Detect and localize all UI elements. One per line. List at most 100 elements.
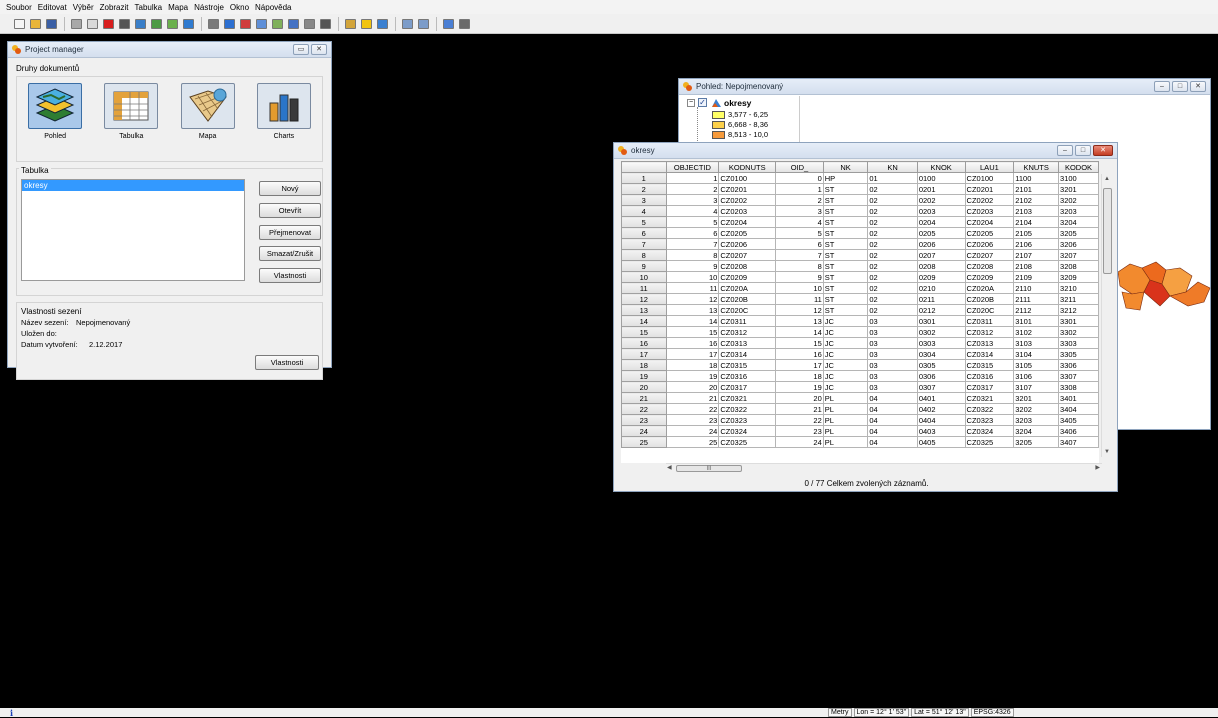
table-cell[interactable]: JC	[822, 326, 869, 338]
table-cell[interactable]: PL	[822, 436, 869, 448]
table-cell[interactable]: ST	[822, 304, 869, 316]
table-row[interactable]: 11 11 CZ020A 10 ST 02 0210 CZ020A 2110 3210	[621, 282, 1099, 294]
table-row[interactable]: 19 19 CZ0316 18 JC 03 0306 CZ0316 3106 3307	[621, 370, 1099, 382]
table-cell[interactable]: 17	[775, 359, 824, 371]
table-cell[interactable]: 22	[665, 403, 720, 415]
table-row[interactable]: 1 1 CZ0100 0 HP 01 0100 CZ0100 1100 3100	[621, 172, 1099, 184]
table-cell[interactable]: 0	[775, 172, 824, 184]
table-cell[interactable]: 02	[867, 216, 918, 228]
attribute-table[interactable]: OBJECTID KODNUTS OID_ NK KN KNOK LAU1 KNUTS KODO…	[621, 161, 1099, 463]
records-grid[interactable]: OBJECTID KODNUTS OID_ NK KN KNOK LAU1 KNUTS KODO…	[621, 161, 1099, 448]
table-cell[interactable]: 04	[867, 392, 918, 404]
new-button[interactable]: Nový	[259, 181, 321, 196]
table-cell[interactable]: 2109	[1013, 271, 1060, 283]
table-row[interactable]: 16 16 CZ0313 15 JC 03 0303 CZ0313 3103 3303	[621, 337, 1099, 349]
menu-zobrazit[interactable]: Zobrazit	[100, 3, 129, 12]
table-cell[interactable]: CZ0203	[718, 205, 777, 217]
table-cell[interactable]: CZ0321	[718, 392, 777, 404]
table-cell[interactable]: JC	[822, 381, 869, 393]
column-header-oid[interactable]: OID_	[775, 161, 824, 173]
table-cell[interactable]: 6	[665, 227, 720, 239]
table-cell[interactable]: 10	[775, 282, 824, 294]
table-cell[interactable]: 3303	[1058, 337, 1099, 349]
row-number[interactable]: 24	[621, 425, 667, 437]
stats-button[interactable]	[302, 17, 316, 31]
table-cell[interactable]: 03	[867, 381, 918, 393]
menu-tabulka[interactable]: Tabulka	[135, 3, 163, 12]
table-cell[interactable]: CZ0205	[964, 227, 1015, 239]
table-cell[interactable]: 14	[775, 326, 824, 338]
table-cell[interactable]: 0203	[916, 205, 966, 217]
table-row[interactable]: 7 7 CZ0206 6 ST 02 0206 CZ0206 2106 3206	[621, 238, 1099, 250]
table-cell[interactable]: ST	[822, 260, 869, 272]
row-number[interactable]: 9	[621, 260, 667, 272]
table-cell[interactable]: CZ0312	[964, 326, 1015, 338]
menu-nástroje[interactable]: Nástroje	[194, 3, 224, 12]
column-header-kodok[interactable]: KODOK	[1058, 161, 1099, 173]
table-row[interactable]: 9 9 CZ0208 8 ST 02 0208 CZ0208 2108 3208	[621, 260, 1099, 272]
menu-editovat[interactable]: Editovat	[38, 3, 67, 12]
layer-visible-checkbox[interactable]: ✓	[698, 98, 707, 107]
doc-type-charts[interactable]: Charts	[254, 83, 314, 161]
table-cell[interactable]: ST	[822, 271, 869, 283]
table-cell[interactable]: 2103	[1013, 205, 1060, 217]
table-cell[interactable]: 3212	[1058, 304, 1099, 316]
table-cell[interactable]: 0208	[916, 260, 966, 272]
row-number[interactable]: 2	[621, 183, 667, 195]
table-cell[interactable]: 3201	[1058, 183, 1099, 195]
table-cell[interactable]: CZ0208	[718, 260, 777, 272]
vertical-scrollbar[interactable]: ▲ ▼	[1101, 174, 1112, 457]
table-cell[interactable]: CZ0322	[964, 403, 1015, 415]
row-number[interactable]: 5	[621, 216, 667, 228]
table-cell[interactable]: 3	[775, 205, 824, 217]
table-cell[interactable]: 10	[665, 271, 720, 283]
table-cell[interactable]: CZ0324	[718, 425, 777, 437]
table-cell[interactable]: 3405	[1058, 414, 1099, 426]
table-row[interactable]: 6 6 CZ0205 5 ST 02 0205 CZ0205 2105 3205	[621, 227, 1099, 239]
filter-button[interactable]	[222, 17, 236, 31]
table-cell[interactable]: HP	[822, 172, 869, 184]
minimize-button[interactable]: –	[1154, 81, 1170, 92]
table-cell[interactable]: 2106	[1013, 238, 1060, 250]
table-cell[interactable]: CZ0316	[964, 370, 1015, 382]
table-cell[interactable]: 02	[867, 260, 918, 272]
table-row[interactable]: 24 24 CZ0324 23 PL 04 0403 CZ0324 3204 3406	[621, 425, 1099, 437]
table-cell[interactable]: 24	[665, 425, 720, 437]
order-button[interactable]	[375, 17, 389, 31]
table-cell[interactable]: ST	[822, 216, 869, 228]
row-number[interactable]: 22	[621, 403, 667, 415]
table-cell[interactable]: 3202	[1013, 403, 1060, 415]
table-row[interactable]: 12 12 CZ020B 11 ST 02 0211 CZ020B 2111 3211	[621, 293, 1099, 305]
table-cell[interactable]: 1	[665, 172, 720, 184]
table-cell[interactable]: 17	[665, 348, 720, 360]
table-cell[interactable]: CZ0202	[964, 194, 1015, 206]
table-cell[interactable]: 0201	[916, 183, 966, 195]
row-number[interactable]: 6	[621, 227, 667, 239]
table-cell[interactable]: 2111	[1013, 293, 1060, 305]
table-cell[interactable]: ST	[822, 293, 869, 305]
table-cell[interactable]: 21	[775, 403, 824, 415]
table-cell[interactable]: 4	[775, 216, 824, 228]
menu-nápověda[interactable]: Nápověda	[255, 3, 291, 12]
select-button[interactable]	[254, 17, 268, 31]
table-cell[interactable]: JC	[822, 348, 869, 360]
table-cell[interactable]: 3301	[1058, 315, 1099, 327]
table-cell[interactable]: 3105	[1013, 359, 1060, 371]
table-cell[interactable]: 3407	[1058, 436, 1099, 448]
table-cell[interactable]: 3206	[1058, 238, 1099, 250]
table-cell[interactable]: 3208	[1058, 260, 1099, 272]
sort-button[interactable]	[286, 17, 300, 31]
table-cell[interactable]: CZ0209	[964, 271, 1015, 283]
table-cell[interactable]: 0210	[916, 282, 966, 294]
table-cell[interactable]: 8	[775, 260, 824, 272]
table-cell[interactable]: CZ0322	[718, 403, 777, 415]
table-cell[interactable]: 03	[867, 326, 918, 338]
table-cell[interactable]: PL	[822, 392, 869, 404]
table-cell[interactable]: CZ0100	[964, 172, 1015, 184]
back-button[interactable]	[69, 17, 83, 31]
table-cell[interactable]: ST	[822, 194, 869, 206]
layer-item[interactable]: okresy	[711, 98, 751, 108]
table-cell[interactable]: 0405	[916, 436, 966, 448]
new-button[interactable]	[12, 17, 26, 31]
table-cell[interactable]: JC	[822, 315, 869, 327]
